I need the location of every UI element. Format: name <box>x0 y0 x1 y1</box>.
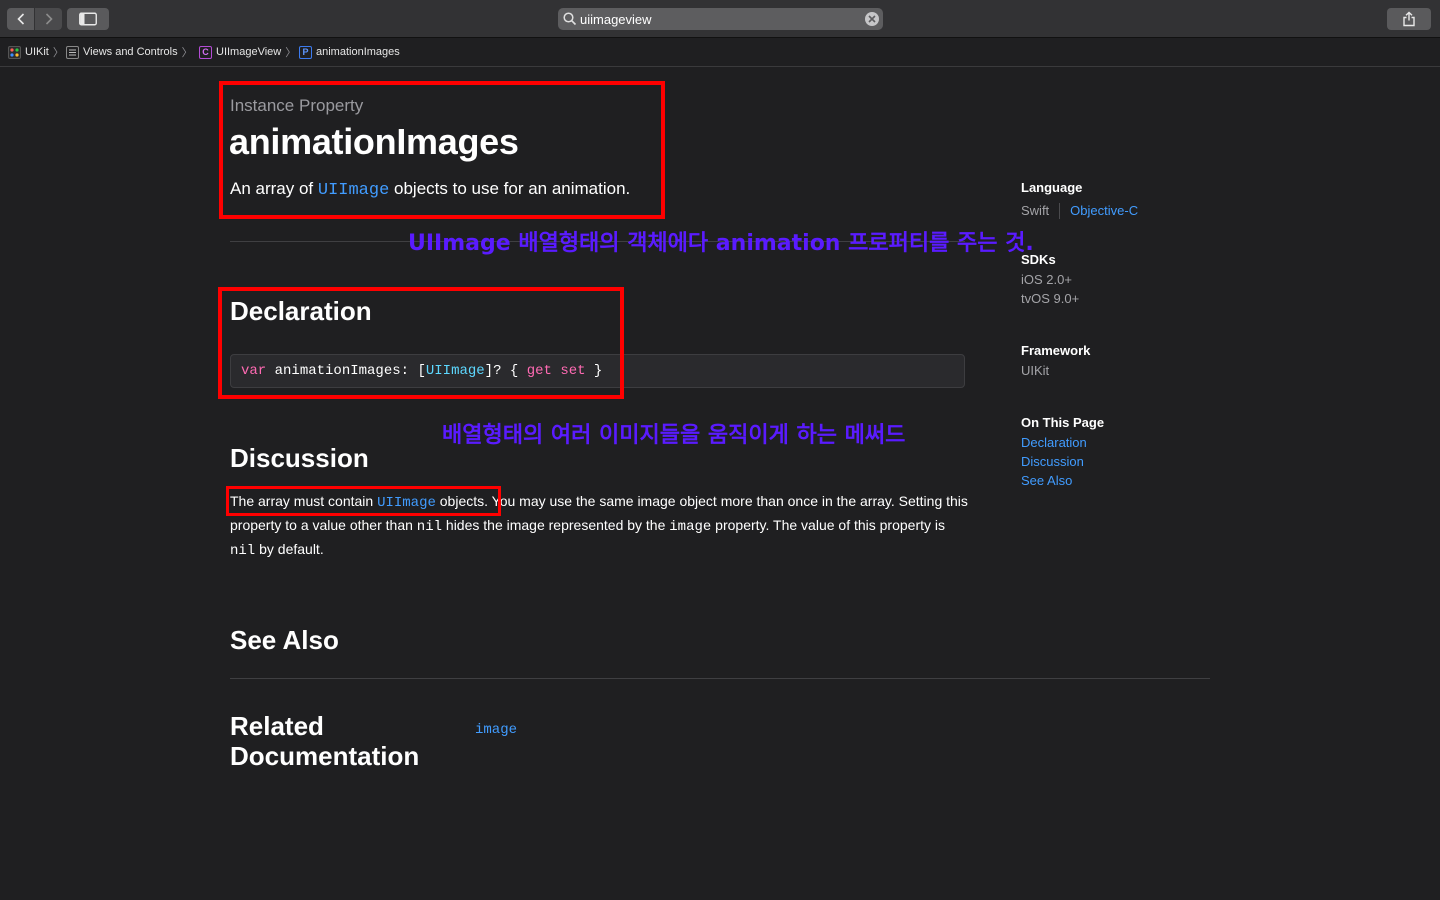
code-nil: nil <box>416 519 443 535</box>
discussion-text: hides the image represented by the <box>442 517 670 533</box>
share-button[interactable] <box>1387 8 1431 30</box>
discussion-heading: Discussion <box>230 443 369 473</box>
on-this-page-see-also[interactable]: See Also <box>1021 471 1104 490</box>
annotation-box-declaration <box>218 287 624 399</box>
breadcrumb: UIKit 〉 Views and Controls 〉 C UIImageVi… <box>0 38 1440 67</box>
language-objective-c[interactable]: Objective-C <box>1070 201 1138 220</box>
search-input[interactable] <box>580 10 850 28</box>
framework-section: Framework UIKit <box>1021 343 1090 380</box>
on-this-page-section: On This Page Declaration Discussion See … <box>1021 415 1104 490</box>
annotation-box-discussion <box>226 486 501 516</box>
chevron-left-icon <box>16 13 24 25</box>
language-section: Language Swift Objective-C <box>1021 180 1138 220</box>
language-label: Language <box>1021 180 1083 195</box>
related-image-link[interactable]: image <box>475 722 517 738</box>
toolbar <box>0 0 1440 38</box>
annotation-note-1: UIImage 배열형태의 객체에다 animation 프로퍼티를 주는 것. <box>408 231 1034 256</box>
divider <box>230 678 1210 679</box>
sidebar-icon <box>79 12 97 26</box>
language-swift[interactable]: Swift <box>1021 201 1049 220</box>
language-divider <box>1059 202 1061 219</box>
back-button[interactable] <box>7 8 34 30</box>
class-icon: C <box>199 45 212 59</box>
annotation-box-title <box>219 81 665 219</box>
search-icon <box>563 12 577 26</box>
breadcrumb-item-views-and-controls[interactable]: Views and Controls 〉 <box>66 45 193 59</box>
breadcrumb-label: animationImages <box>316 46 400 58</box>
breadcrumb-label: UIImageView <box>216 46 282 58</box>
forward-button[interactable] <box>35 8 62 30</box>
close-icon <box>868 15 876 23</box>
clear-search-button[interactable] <box>865 12 879 26</box>
breadcrumb-label: Views and Controls <box>83 46 178 58</box>
property-icon: P <box>299 45 312 59</box>
breadcrumb-label: UIKit <box>25 46 49 58</box>
framework-value: UIKit <box>1021 363 1050 378</box>
breadcrumb-item-uikit[interactable]: UIKit 〉 <box>8 45 64 59</box>
sdk-tvos: tvOS 9.0+ <box>1021 291 1080 306</box>
discussion-text: property. The value of this property is <box>711 517 946 533</box>
breadcrumb-separator: 〉 <box>181 47 193 59</box>
discussion-text: by default. <box>255 541 324 557</box>
breadcrumb-separator: 〉 <box>52 47 64 59</box>
breadcrumb-item-uiimageview[interactable]: C UIImageView 〉 <box>199 45 296 59</box>
related-documentation-heading: Related Documentation <box>230 711 420 771</box>
on-this-page-declaration[interactable]: Declaration <box>1021 433 1104 452</box>
sdks-section: SDKs iOS 2.0+ tvOS 9.0+ <box>1021 252 1079 308</box>
chevron-right-icon <box>45 13 53 25</box>
sidebar-toggle-button[interactable] <box>67 8 109 30</box>
framework-label: Framework <box>1021 343 1091 358</box>
on-this-page-discussion[interactable]: Discussion <box>1021 452 1104 471</box>
list-icon <box>66 45 79 59</box>
share-icon <box>1403 11 1415 27</box>
search-field[interactable] <box>558 8 883 30</box>
breadcrumb-separator: 〉 <box>285 47 297 59</box>
framework-icon <box>8 45 21 59</box>
see-also-heading: See Also <box>230 625 339 655</box>
on-this-page-label: On This Page <box>1021 415 1105 430</box>
code-image: image <box>669 519 712 535</box>
code-nil: nil <box>230 543 256 559</box>
sdk-ios: iOS 2.0+ <box>1021 272 1072 287</box>
breadcrumb-item-animationimages[interactable]: P animationImages <box>299 45 400 59</box>
annotation-note-2: 배열형태의 여러 이미지들을 움직이게 하는 메써드 <box>442 423 906 448</box>
